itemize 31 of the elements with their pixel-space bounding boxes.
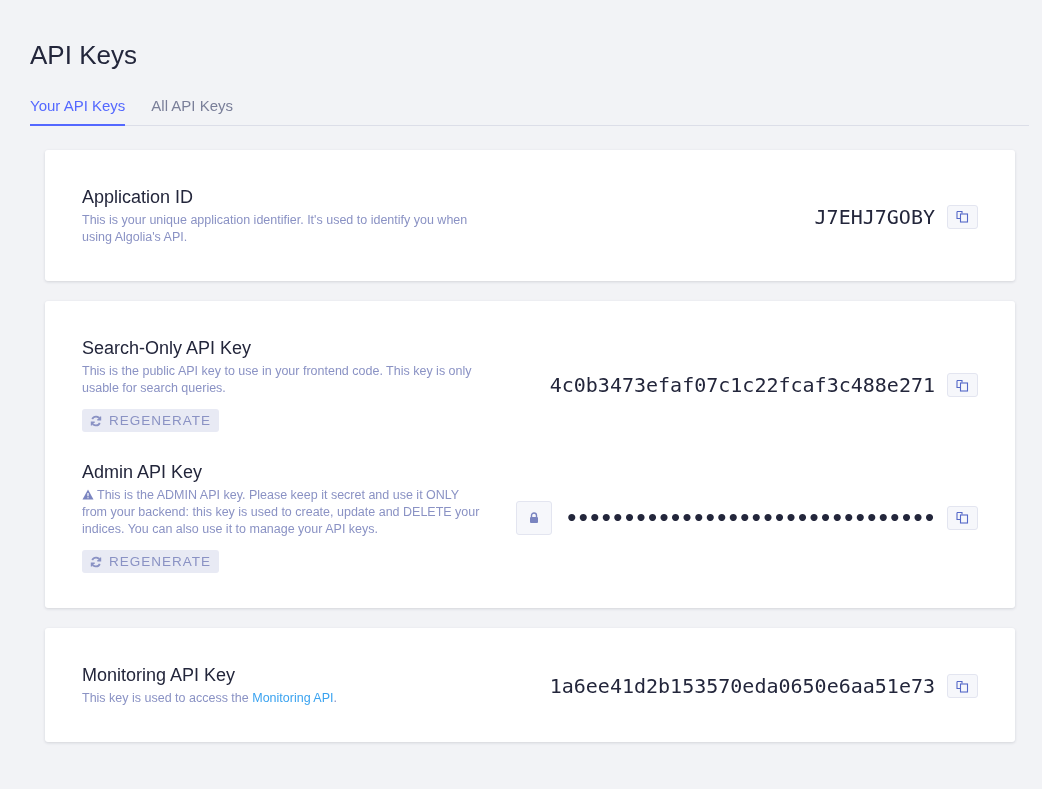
key-value: J7EHJ7GOBY	[814, 204, 935, 229]
page-title: API Keys	[30, 40, 138, 71]
key-title: Application ID	[82, 187, 195, 208]
key-value: 1a6ee41d2b153570eda0650e6aa51e73	[549, 674, 935, 698]
reveal-key-button[interactable]	[515, 500, 552, 535]
copy-button[interactable]	[947, 505, 978, 530]
key-description: This is the public API key to use in your frontend code. This key is only usable for search queries.	[82, 363, 473, 397]
warning-icon	[82, 489, 94, 500]
regenerate-button[interactable]: REGENERATE	[82, 550, 219, 573]
key-value: 4c0b3473efaf07c1c22fcaf3c488e271	[549, 373, 935, 397]
refresh-icon	[90, 555, 102, 568]
copy-button[interactable]	[947, 373, 978, 397]
key-value: ••••••••••••••••••••••••••••••••	[565, 505, 935, 530]
key-description: This key is used to access the Monitoring API.	[82, 690, 338, 707]
key-description: This is your unique application identifier. It's used to identify you when using Algolia's API.	[82, 212, 469, 246]
copy-icon	[956, 210, 969, 223]
copy-icon	[956, 378, 969, 392]
copy-button[interactable]	[947, 674, 978, 698]
regenerate-button[interactable]: REGENERATE	[82, 409, 219, 432]
monitoring-api-link[interactable]: Monitoring API	[252, 691, 334, 705]
tab[interactable]: All API Keys	[151, 97, 234, 126]
key-title: Monitoring API Key	[82, 665, 237, 686]
copy-icon	[956, 511, 969, 524]
key-title: Admin API Key	[82, 462, 204, 483]
copy-icon	[956, 679, 969, 693]
key-description: This is the ADMIN API key. Please keep it secret and use it ONLY from your backend: this key is used to create, update and DELETE your indices. You can also use it to manage your API keys.	[82, 487, 481, 538]
tab[interactable]: Your API Keys	[30, 97, 126, 126]
refresh-icon	[90, 414, 102, 427]
key-title: Search-Only API Key	[82, 338, 253, 359]
lock-icon	[528, 512, 539, 523]
copy-button[interactable]	[947, 204, 978, 229]
